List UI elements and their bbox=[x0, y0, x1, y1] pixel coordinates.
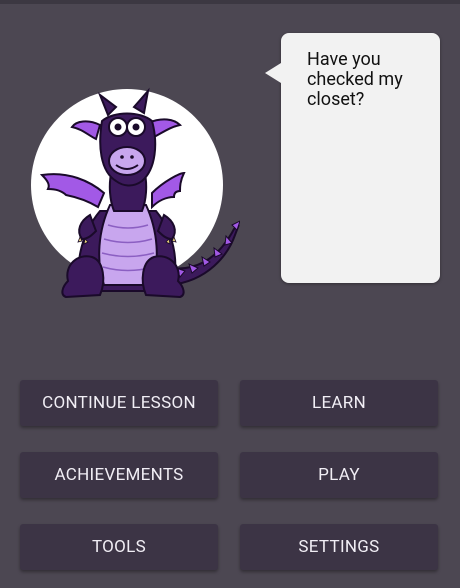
achievements-button[interactable]: ACHIEVEMENTS bbox=[20, 452, 218, 498]
dragon-mascot-icon bbox=[31, 87, 240, 299]
settings-button[interactable]: SETTINGS bbox=[240, 524, 438, 570]
continue-lesson-button[interactable]: CONTINUE LESSON bbox=[20, 380, 218, 426]
status-bar-strip bbox=[0, 0, 460, 4]
play-button[interactable]: PLAY bbox=[240, 452, 438, 498]
speech-bubble-text: Have you checked my closet? bbox=[307, 49, 403, 110]
tools-button[interactable]: TOOLS bbox=[20, 524, 218, 570]
speech-bubble: Have you checked my closet? bbox=[265, 33, 440, 283]
learn-button[interactable]: LEARN bbox=[240, 380, 438, 426]
